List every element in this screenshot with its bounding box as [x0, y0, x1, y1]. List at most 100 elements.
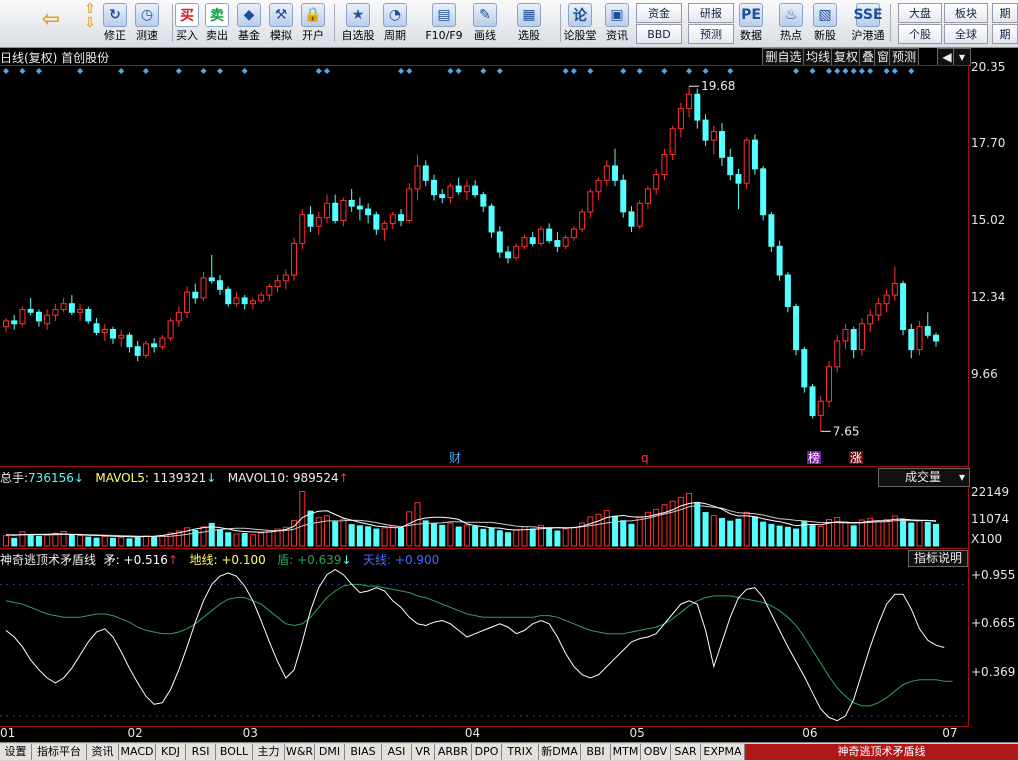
event-diamond-icon[interactable] — [216, 68, 223, 74]
candle[interactable] — [192, 283, 199, 304]
q-marker[interactable]: q — [641, 451, 649, 465]
event-diamond-icon[interactable] — [636, 68, 643, 74]
volume-bar[interactable] — [768, 523, 775, 547]
candle[interactable] — [282, 269, 289, 290]
candle[interactable] — [373, 211, 380, 235]
event-diamond-icon[interactable] — [398, 68, 405, 74]
volume-bar[interactable] — [513, 529, 520, 547]
volume-bar[interactable] — [299, 491, 306, 547]
volume-bar[interactable] — [27, 534, 34, 547]
candle[interactable] — [365, 203, 372, 224]
toolbar-small-button[interactable]: 研报 — [688, 3, 734, 23]
candle[interactable] — [167, 318, 174, 341]
tab-13[interactable]: ARBR — [435, 744, 472, 760]
volume-bar[interactable] — [924, 521, 931, 547]
candle[interactable] — [11, 315, 18, 330]
toolbar-button-f10[interactable]: ▤ F10/F9 — [422, 2, 466, 44]
candle[interactable] — [307, 206, 314, 232]
event-diamond-icon[interactable] — [118, 68, 125, 74]
volume-bar[interactable] — [620, 520, 627, 547]
tab-19[interactable]: OBV — [641, 744, 671, 760]
toolbar-button-sell[interactable]: 卖卖出 — [202, 2, 232, 44]
tab-1[interactable]: 指标平台 — [32, 744, 87, 760]
candle[interactable] — [35, 309, 42, 327]
tab-17[interactable]: BBI — [581, 744, 611, 760]
volume-bar[interactable] — [661, 504, 668, 547]
candle[interactable] — [719, 122, 726, 166]
tab-2[interactable]: 资讯 — [87, 744, 119, 760]
event-diamond-icon[interactable] — [891, 68, 898, 74]
candle[interactable] — [793, 303, 800, 356]
volume-bar[interactable] — [751, 516, 758, 547]
volume-bar[interactable] — [365, 526, 372, 547]
volume-bar[interactable] — [570, 526, 577, 547]
event-diamond-icon[interactable] — [834, 68, 841, 74]
event-diamond-icon[interactable] — [3, 68, 9, 74]
toolbar-small-button[interactable]: 大盘 — [898, 3, 942, 23]
candle[interactable] — [77, 303, 84, 321]
toolbar-small-button[interactable]: 全球 — [944, 24, 988, 44]
candle[interactable] — [916, 320, 923, 356]
candle[interactable] — [291, 237, 298, 281]
candle[interactable] — [422, 160, 429, 187]
volume-bar[interactable] — [554, 530, 561, 547]
candle[interactable] — [233, 292, 240, 307]
volume-bar[interactable] — [109, 537, 116, 547]
volume-bar[interactable] — [151, 536, 158, 547]
toolbar-button-buy[interactable]: 买买入 — [172, 2, 202, 44]
volume-bar[interactable] — [784, 526, 791, 547]
volume-bar[interactable] — [118, 537, 125, 547]
event-diamond-icon[interactable] — [702, 68, 709, 74]
volume-bar[interactable] — [883, 518, 890, 547]
toolbar-small-button[interactable]: 个股 — [898, 24, 942, 44]
event-diamond-icon[interactable] — [562, 68, 569, 74]
candle[interactable] — [924, 312, 931, 339]
candle[interactable] — [27, 297, 34, 316]
volume-bar[interactable] — [776, 525, 783, 547]
volume-bar[interactable] — [587, 516, 594, 547]
event-diamond-icon[interactable] — [850, 68, 857, 74]
rank-marker[interactable]: 榜 — [808, 450, 820, 465]
volume-bar[interactable] — [134, 537, 141, 547]
event-diamond-icon[interactable] — [77, 68, 84, 74]
volume-bar[interactable] — [472, 526, 479, 547]
candle[interactable] — [628, 206, 635, 232]
candle[interactable] — [109, 326, 116, 344]
candle[interactable] — [200, 272, 207, 301]
event-diamond-icon[interactable] — [19, 68, 26, 74]
event-diamond-icon[interactable] — [323, 68, 330, 74]
volume-bar[interactable] — [809, 525, 816, 547]
candle[interactable] — [826, 361, 832, 407]
volume-bar[interactable] — [447, 522, 454, 547]
candle[interactable] — [126, 332, 133, 353]
candle[interactable] — [159, 335, 166, 350]
volume-bar[interactable] — [480, 528, 487, 547]
candle[interactable] — [463, 180, 470, 201]
candle[interactable] — [743, 137, 750, 189]
volume-bar[interactable] — [332, 521, 339, 547]
volume-bar[interactable] — [406, 511, 413, 547]
tab-21[interactable]: EXPMA — [701, 744, 745, 760]
candle[interactable] — [710, 125, 717, 155]
kline-chart[interactable]: 19.68 7.65 财 q 榜 涨 — [0, 48, 968, 728]
candle[interactable] — [332, 194, 339, 224]
candle[interactable] — [356, 197, 363, 221]
volume-bar[interactable] — [77, 534, 84, 547]
candle[interactable] — [216, 274, 223, 296]
volume-bar[interactable] — [101, 535, 108, 547]
finance-marker[interactable]: 财 — [449, 451, 461, 465]
candle[interactable] — [891, 266, 898, 301]
event-diamond-icon[interactable] — [496, 68, 503, 74]
volume-bar[interactable] — [694, 502, 701, 547]
candle[interactable] — [537, 226, 544, 247]
candle[interactable] — [225, 286, 232, 307]
volume-bar[interactable] — [422, 520, 429, 547]
toolbar-small-button[interactable]: 期 — [992, 24, 1018, 44]
toolbar-button-new-stock[interactable]: ▧ 新股 — [810, 2, 840, 44]
tab-0[interactable]: 设置 — [0, 744, 32, 760]
event-diamond-icon[interactable] — [406, 68, 413, 74]
volume-bar[interactable] — [529, 528, 536, 547]
tab-15[interactable]: TRIX — [502, 744, 539, 760]
candle[interactable] — [348, 188, 355, 212]
candle[interactable] — [570, 226, 577, 241]
